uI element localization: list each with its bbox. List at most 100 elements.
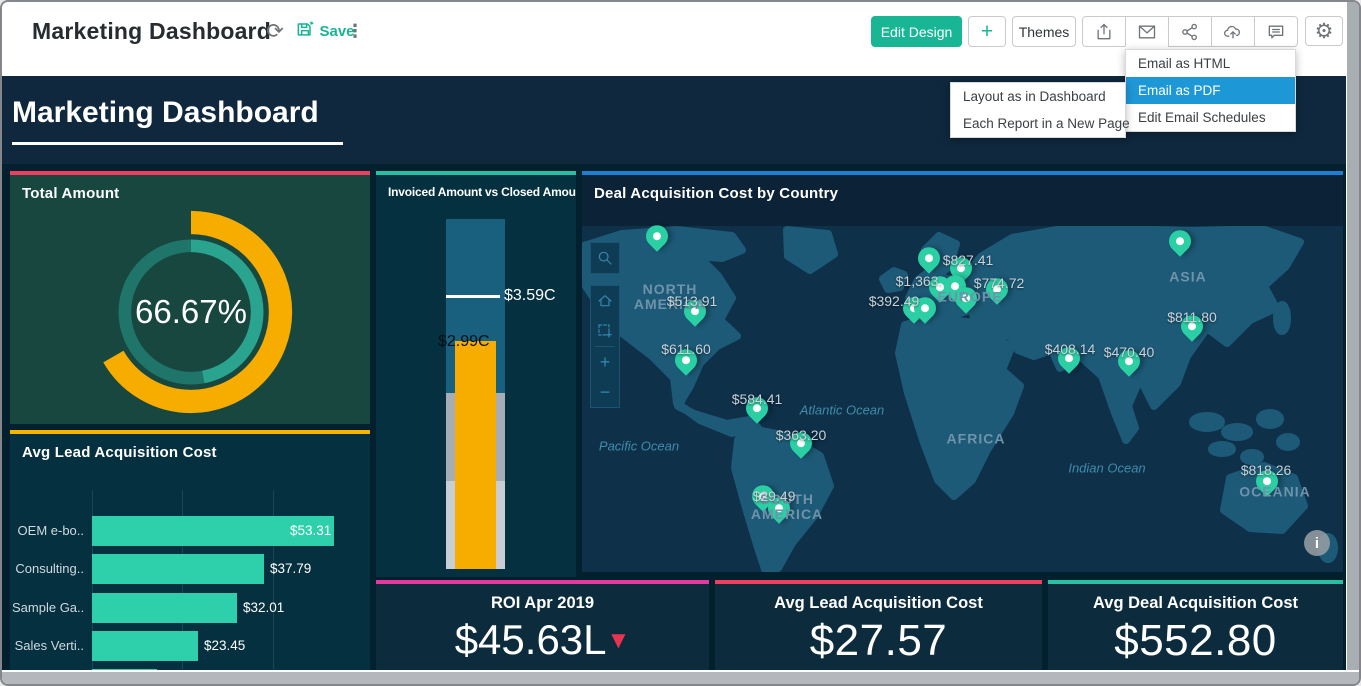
comment-icon: [1266, 22, 1286, 42]
bar-category-label: OEM e-bo..: [12, 523, 84, 538]
comments-button[interactable]: [1254, 16, 1298, 47]
map-pin-value: $29.49: [753, 488, 796, 504]
map-zoom-in-button[interactable]: +: [591, 347, 619, 377]
bar-3[interactable]: [92, 631, 198, 661]
home-icon: [597, 293, 613, 309]
bullet-target-line: [446, 295, 500, 298]
widget-title: Total Amount: [22, 185, 119, 202]
settings-icon: ⚙: [1315, 19, 1334, 44]
themes-label: Themes: [1019, 24, 1070, 40]
dashboard-title: Marketing Dashboard: [32, 18, 271, 45]
menu-item-email-as-pdf[interactable]: Email as PDF: [1126, 77, 1295, 104]
widget-title: Invoiced Amount vs Closed Amount: [388, 185, 576, 199]
map-search-button[interactable]: [591, 243, 619, 273]
map-info-button[interactable]: i: [1304, 530, 1330, 556]
zoom-box-icon: [597, 323, 613, 339]
horizontal-scrollbar[interactable]: [2, 670, 1359, 684]
more-options-button[interactable]: ⋮: [344, 16, 366, 46]
app-window: Marketing Dashboard ⟳ Save ⋮ Edit Design…: [0, 0, 1361, 686]
kpi-value: $552.80: [1048, 616, 1343, 666]
email-pdf-submenu: Layout as in DashboardEach Report in a N…: [950, 82, 1126, 138]
bullet-measure-bar[interactable]: [455, 341, 496, 569]
map-pin-value: $827.41: [943, 252, 994, 268]
vertical-scrollbar[interactable]: [1346, 2, 1359, 684]
map-pin[interactable]: [1164, 226, 1195, 257]
add-button[interactable]: +: [968, 16, 1006, 47]
map-home-button[interactable]: [591, 286, 619, 316]
map-pin-value: $818.26: [1241, 462, 1292, 478]
bar-value-label: $23.45: [204, 638, 245, 653]
themes-button[interactable]: Themes: [1012, 16, 1076, 47]
map-pin-value: $470.40: [1104, 344, 1155, 360]
map-ocean-label: Atlantic Ocean: [800, 403, 885, 418]
map-pin-value: $392.49: [869, 293, 920, 309]
bar-category-label: Consulting..: [12, 561, 84, 576]
map-region-label: AFRICA: [947, 432, 1006, 447]
widget-total-amount: Total Amount 66.67%: [10, 171, 370, 424]
kpi-avg-deal-cost[interactable]: Avg Deal Acquisition Cost $552.80: [1048, 580, 1343, 673]
bar-value-label: $32.01: [243, 600, 284, 615]
refresh-button[interactable]: ⟳: [260, 16, 290, 46]
kpi-roi-value: $45.63L: [455, 616, 607, 663]
save-icon: [295, 19, 315, 43]
map-pin-value: $774.72: [974, 275, 1025, 291]
kpi-roi[interactable]: ROI Apr 2019 $45.63L▼: [376, 580, 709, 673]
map-pin-value: $611.60: [661, 341, 711, 357]
map-pin-value: $363.20: [776, 427, 827, 443]
bar-1[interactable]: [92, 554, 264, 584]
map-ocean-label: Indian Ocean: [1068, 461, 1145, 476]
map-pin-layer: NORTHAMERICAEUROPEASIAAFRICASOUTHAMERICA…: [582, 175, 1343, 572]
map-pin-value: $1,363.: [896, 273, 943, 289]
share-button[interactable]: [1168, 16, 1212, 47]
map-search-tool: [590, 242, 620, 274]
share-icon: [1180, 22, 1200, 42]
bar-category-label: Sales Verti..: [12, 638, 84, 653]
map-pin-value: $811.80: [1167, 309, 1217, 325]
menu-item-each-report-in-a-new-page[interactable]: Each Report in a New Page: [951, 110, 1125, 137]
bar-value-label: $37.79: [270, 561, 311, 576]
heading-underline: [12, 142, 343, 145]
menu-item-layout-as-in-dashboard[interactable]: Layout as in Dashboard: [951, 83, 1125, 110]
kpi-value: $45.63L▼: [376, 616, 709, 664]
export-button[interactable]: [1082, 16, 1126, 47]
gauge-chart[interactable]: 66.67%: [84, 205, 298, 419]
map-region-label: OCEANIA: [1239, 485, 1311, 500]
map-region-label: ASIA: [1169, 270, 1206, 285]
dashboard-heading: Marketing Dashboard: [12, 96, 319, 130]
widget-avg-lead-bar-chart: Avg Lead Acquisition Cost OEM e-bo..$53.…: [10, 430, 370, 674]
settings-button[interactable]: ⚙: [1305, 16, 1343, 46]
map-pin-value: $513.91: [667, 293, 718, 309]
map-pin[interactable]: [913, 243, 944, 274]
more-vertical-icon: ⋮: [346, 21, 364, 42]
bar-chart-plot: OEM e-bo.. $53.31 Consulting.. $37.79 Sample…: [10, 434, 370, 674]
map-pin-value: $584.41: [732, 391, 783, 407]
toolbar-icon-group: [1083, 16, 1298, 47]
trend-down-icon: ▼: [607, 627, 631, 654]
bullet-target-label: $3.59C: [504, 287, 556, 305]
map-zoom-box-button[interactable]: [591, 316, 619, 346]
publish-button[interactable]: [1211, 16, 1255, 47]
edit-design-button[interactable]: Edit Design: [871, 16, 962, 47]
widget-invoiced-vs-closed: Invoiced Amount vs Closed Amount $3.59C …: [376, 171, 576, 577]
map-pin[interactable]: [641, 221, 672, 252]
map-region-label: EUROPE: [937, 290, 1002, 305]
search-icon: [597, 250, 613, 266]
map-nav-tools: + −: [590, 285, 620, 408]
kpi-avg-lead-cost[interactable]: Avg Lead Acquisition Cost $27.57: [715, 580, 1042, 673]
menu-item-email-as-html[interactable]: Email as HTML: [1126, 50, 1295, 77]
kpi-title: Avg Lead Acquisition Cost: [715, 594, 1042, 613]
kpi-value: $27.57: [715, 616, 1042, 666]
bar-value-label: $53.31: [290, 523, 331, 538]
plus-icon: +: [981, 20, 993, 44]
bar-2[interactable]: [92, 593, 237, 623]
bar-category-label: Sample Ga..: [12, 600, 84, 615]
kpi-title: Avg Deal Acquisition Cost: [1048, 594, 1343, 613]
widget-deal-acquisition-map: Deal Acquisition Cost by Country: [582, 171, 1343, 572]
map-ocean-label: Pacific Ocean: [599, 439, 679, 454]
email-button[interactable]: [1125, 16, 1169, 47]
bullet-measure-label: $2.99C: [438, 333, 490, 351]
map-zoom-out-button[interactable]: −: [591, 377, 619, 407]
menu-item-edit-email-schedules[interactable]: Edit Email Schedules: [1126, 104, 1295, 131]
edit-design-label: Edit Design: [881, 24, 953, 40]
export-icon: [1094, 22, 1114, 42]
